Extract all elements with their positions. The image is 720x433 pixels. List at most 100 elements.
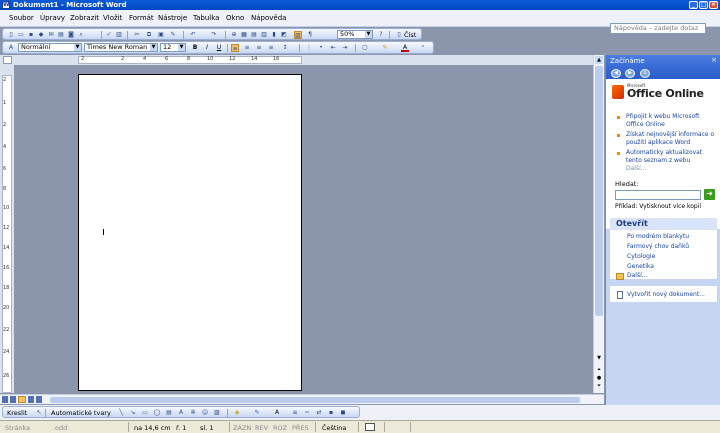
clipart-icon[interactable]: ☺: [201, 409, 209, 417]
insert-table-icon[interactable]: ▤: [250, 31, 258, 39]
hyperlink-icon[interactable]: ⊕: [230, 31, 238, 39]
auto-update-link[interactable]: Automaticky aktualizovat tento seznam z …: [626, 149, 718, 165]
new-document-icon[interactable]: ▯: [7, 31, 15, 39]
tables-borders-icon[interactable]: ▦: [240, 31, 248, 39]
arrow-style-icon[interactable]: ⇄: [315, 409, 323, 417]
autoshapes-button[interactable]: Automatické tvary: [51, 409, 111, 417]
select-objects-icon[interactable]: ↖: [35, 409, 43, 417]
font-size-select[interactable]: 12 ▼: [160, 43, 186, 52]
tab-selector[interactable]: [3, 56, 12, 64]
underline-button[interactable]: U: [215, 44, 223, 52]
search-go-icon[interactable]: ➜: [704, 189, 715, 200]
read-icon[interactable]: ▯: [395, 31, 403, 39]
horizontal-scrollbar[interactable]: [0, 394, 604, 404]
status-ext[interactable]: ROZ: [273, 424, 287, 432]
numbering-icon[interactable]: ⋮: [305, 44, 313, 52]
chevron-down-icon[interactable]: ▼: [150, 44, 157, 51]
latest-news-link[interactable]: Získat nejnovější informace o použití ap…: [626, 131, 718, 147]
line-color-icon[interactable]: ✎: [253, 409, 261, 417]
recent-file-item[interactable]: Cytologie: [627, 253, 655, 261]
picture-icon[interactable]: ▨: [213, 409, 221, 417]
menu-insert[interactable]: Vložit: [103, 14, 122, 22]
recent-file-item[interactable]: Genetika: [627, 263, 654, 271]
zoom-select[interactable]: 50% ▼: [337, 30, 373, 39]
home-icon[interactable]: ⌂: [640, 69, 650, 78]
scroll-up-icon[interactable]: ▲: [595, 56, 603, 64]
reading-view-icon[interactable]: [36, 396, 42, 403]
print-view-icon[interactable]: [18, 396, 26, 403]
web-view-icon[interactable]: [10, 396, 16, 403]
help-icon[interactable]: ?: [377, 31, 385, 39]
bold-button[interactable]: B: [191, 44, 199, 52]
normal-view-icon[interactable]: [2, 396, 8, 403]
scroll-down-icon[interactable]: ▼: [595, 355, 603, 363]
style-select[interactable]: Normální ▼: [18, 43, 82, 52]
scroll-thumb[interactable]: [50, 397, 580, 403]
next-page-icon[interactable]: ⏷: [595, 383, 603, 391]
document-map-icon[interactable]: ▧: [294, 31, 302, 39]
arrow-icon[interactable]: ↘: [129, 409, 137, 417]
oval-icon[interactable]: ◯: [153, 409, 161, 417]
horizontal-ruler[interactable]: 2 2 4 6 8 10 12 14 16: [0, 55, 604, 65]
show-hide-icon[interactable]: ¶: [306, 31, 314, 39]
highlight-icon[interactable]: ✎: [381, 44, 389, 52]
research-book-icon[interactable]: ▥: [115, 31, 123, 39]
text-box-icon[interactable]: ▤: [165, 409, 173, 417]
dash-style-icon[interactable]: ┅: [303, 409, 311, 417]
styles-formatting-icon[interactable]: A: [7, 44, 15, 52]
maximize-button[interactable]: □: [699, 1, 708, 9]
back-icon[interactable]: ◀: [611, 69, 621, 78]
decrease-indent-icon[interactable]: ⇤: [329, 44, 337, 52]
save-icon[interactable]: ▪: [27, 31, 35, 39]
status-ovr[interactable]: PŘES: [292, 424, 309, 432]
chevron-down-icon[interactable]: ▼: [178, 44, 185, 51]
align-center-icon[interactable]: ≡: [243, 44, 251, 52]
draw-menu-button[interactable]: Kreslit: [7, 409, 27, 417]
open-folder-icon[interactable]: ▭: [17, 31, 25, 39]
spelling-icon[interactable]: ✓: [105, 31, 113, 39]
menu-view[interactable]: Zobrazit: [70, 14, 99, 22]
menu-window[interactable]: Okno: [226, 14, 244, 22]
word-app-icon[interactable]: W: [2, 1, 10, 9]
permission-icon[interactable]: ◆: [37, 31, 45, 39]
chevron-down-icon[interactable]: ▼: [365, 31, 372, 38]
more-files-link[interactable]: Další...: [627, 272, 647, 280]
wordart-icon[interactable]: A: [177, 409, 185, 417]
help-search-input[interactable]: Nápověda – zadejte dotaz: [610, 23, 706, 34]
minimize-button[interactable]: _: [689, 1, 698, 9]
menu-file[interactable]: Soubor: [9, 14, 34, 22]
chevron-down-icon[interactable]: ▼: [74, 44, 81, 51]
new-document-link[interactable]: Vytvořit nový dokument...: [627, 291, 705, 299]
justify-icon[interactable]: ≡: [267, 44, 275, 52]
3d-icon[interactable]: ◼: [339, 409, 347, 417]
recent-file-item[interactable]: Po modrém blankytu: [627, 233, 689, 241]
vertical-scrollbar[interactable]: ▲ ▼ ⏶ ● ⏷: [593, 55, 604, 393]
grow-font-icon[interactable]: ˣ: [419, 44, 427, 52]
increase-indent-icon[interactable]: ⇥: [341, 44, 349, 52]
format-painter-icon[interactable]: ✎: [169, 31, 177, 39]
close-button[interactable]: ×: [709, 1, 718, 9]
drawing-font-color-icon[interactable]: A: [273, 409, 281, 417]
more-link[interactable]: Další...: [626, 165, 646, 173]
bullets-icon[interactable]: •: [317, 44, 325, 52]
font-color-icon[interactable]: A: [401, 44, 409, 52]
email-icon[interactable]: ✉: [47, 31, 55, 39]
align-right-icon[interactable]: ≡: [255, 44, 263, 52]
vertical-ruler[interactable]: 2 1 2 4 6 8 10 12 14 16 18 20 22 24 26: [0, 65, 14, 393]
task-pane-title[interactable]: Začínáme: [610, 57, 645, 65]
line-spacing-icon[interactable]: ↕: [281, 44, 289, 52]
print-preview-icon[interactable]: ◙: [67, 31, 75, 39]
recent-file-item[interactable]: Farmový chov daňků: [627, 243, 689, 251]
align-left-icon[interactable]: ≡: [231, 44, 239, 52]
columns-icon[interactable]: ▮: [270, 31, 278, 39]
border-icon[interactable]: ▢: [361, 44, 369, 52]
rectangle-icon[interactable]: ▭: [141, 409, 149, 417]
paste-icon[interactable]: ▣: [157, 31, 165, 39]
spelling-status-icon[interactable]: [365, 423, 375, 431]
italic-button[interactable]: I: [203, 44, 211, 52]
menu-help[interactable]: Nápověda: [251, 14, 286, 22]
menu-edit[interactable]: Úpravy: [40, 14, 65, 22]
status-trk[interactable]: REV: [255, 424, 268, 432]
undo-icon[interactable]: ↶: [189, 31, 197, 39]
menu-format[interactable]: Formát: [129, 14, 154, 22]
